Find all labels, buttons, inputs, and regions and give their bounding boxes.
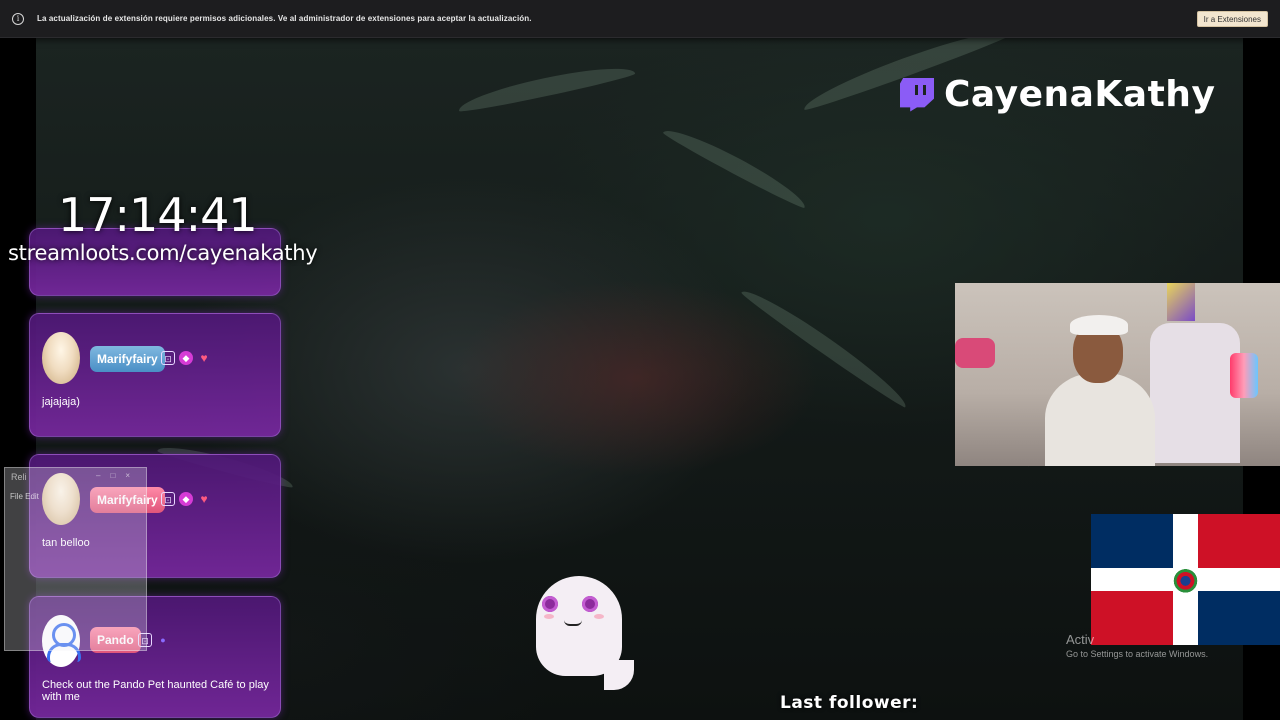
wall-poster <box>1167 283 1195 321</box>
twitch-badge-icon: ⊡ <box>161 351 175 365</box>
window-title: Reli <box>11 472 27 482</box>
chat-message-text: jajajaja) <box>42 396 80 408</box>
heart-icon: ♥ <box>200 492 208 506</box>
ghost-mascot-icon <box>530 574 634 690</box>
extension-notification-bar: i La actualización de extensión requiere… <box>0 0 1280 38</box>
go-to-extensions-button[interactable]: Ir a Extensiones <box>1196 11 1268 27</box>
user-badges: ⊡ ◆ ♥ <box>161 492 211 506</box>
stream-clock: 17:14:41 <box>58 188 258 242</box>
twitch-badge-icon: ⊡ <box>161 492 175 506</box>
heart-icon: ♥ <box>200 351 208 365</box>
window-menu[interactable]: File Edit <box>10 492 39 501</box>
windows-activation-watermark: Activ Go to Settings to activate Windows… <box>1066 632 1208 659</box>
activate-title: Activ <box>1066 632 1095 647</box>
gem-icon: ◆ <box>179 351 193 365</box>
rgb-light <box>1230 353 1258 398</box>
channel-branding: CayenaKathy <box>900 74 1215 115</box>
background-app-window[interactable]: Reli –□× File Edit <box>4 467 147 651</box>
coat-of-arms-icon <box>1173 566 1198 593</box>
ghost-badge-icon: ● <box>160 635 166 645</box>
window-controls[interactable]: –□× <box>96 471 140 480</box>
last-follower-label: Last follower: <box>780 693 919 713</box>
gem-icon: ◆ <box>179 492 193 506</box>
chat-message-card: Marifyfairy ⊡ ◆ ♥ jajajaja) <box>29 313 281 437</box>
user-badges: ⊡ ◆ ♥ <box>161 351 211 365</box>
chat-username: Marifyfairy <box>90 346 165 372</box>
pink-object <box>955 338 995 368</box>
gaming-chair <box>1150 323 1240 463</box>
chat-message-text: Check out the Pando Pet haunted Café to … <box>42 679 269 703</box>
channel-name: CayenaKathy <box>944 74 1216 115</box>
notification-message: La actualización de extensión requiere p… <box>37 14 532 23</box>
streamloots-link: streamloots.com/cayenakathy <box>8 241 318 265</box>
avatar <box>42 332 80 384</box>
info-icon: i <box>12 12 24 25</box>
webcam-feed <box>955 283 1280 466</box>
streamer-body <box>1045 373 1155 466</box>
dominican-flag-icon <box>1091 514 1280 645</box>
twitch-logo-icon <box>900 77 934 112</box>
streamer-headband <box>1070 315 1128 335</box>
activate-subtitle: Go to Settings to activate Windows. <box>1066 649 1209 659</box>
